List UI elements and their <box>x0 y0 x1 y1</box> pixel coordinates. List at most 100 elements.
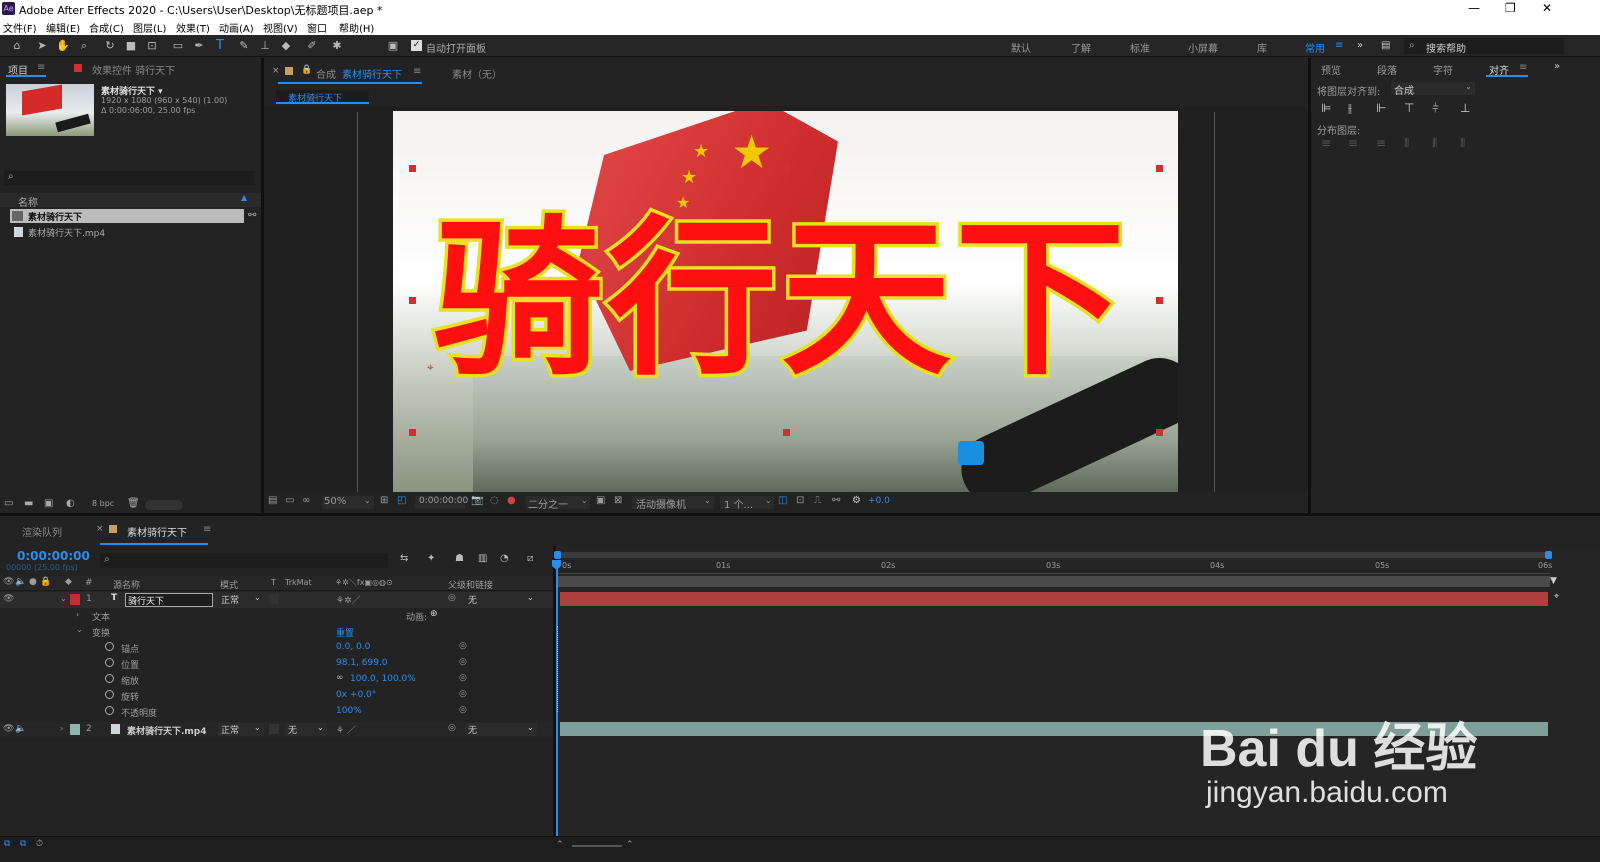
property-value[interactable]: 100% <box>336 706 362 716</box>
camera-tool-icon[interactable]: ■ <box>124 39 138 53</box>
workspace-default[interactable]: 默认 <box>1011 40 1031 55</box>
zoom-in-icon[interactable]: ⌃ <box>626 840 634 850</box>
navigator-start-handle[interactable] <box>554 551 561 559</box>
distribute-hcenter-icon[interactable]: ⦀ <box>1432 136 1437 151</box>
comp-tab-menu-icon[interactable]: ≡ <box>413 66 421 77</box>
property-row-rotation[interactable]: 旋转 0x +0.0° ◎ <box>0 688 553 704</box>
workspace-small-screen[interactable]: 小屏幕 <box>1188 40 1218 55</box>
workspace-common[interactable]: 常用 <box>1305 40 1325 55</box>
viewer-area[interactable]: ★ ★ ★ ★ 骑行天下 ⌖ <box>264 106 1308 492</box>
audio-enabled-icon[interactable]: 🔈 <box>15 724 26 734</box>
menu-edit[interactable]: 编辑(E) <box>46 20 80 35</box>
rotate-tool-icon[interactable]: ↻ <box>103 39 117 53</box>
text-property-group[interactable]: › 文本 动画: ⊕ <box>0 608 553 624</box>
align-top-icon[interactable]: ⊤ <box>1404 101 1414 115</box>
auto-open-checkbox[interactable]: ✓ <box>411 40 422 51</box>
layer-name-field[interactable]: 骑行天下 <box>125 593 213 607</box>
menu-layer[interactable]: 图层(L) <box>133 20 166 35</box>
thumbnail-scrollbar[interactable] <box>145 500 183 510</box>
effects-controls-tab[interactable]: 效果控件 骑行天下 <box>92 62 175 77</box>
reset-transform-link[interactable]: 重置 <box>336 626 354 639</box>
project-item-row[interactable]: 素材骑行天下 <box>10 209 244 223</box>
animate-add-icon[interactable]: ⊕ <box>430 609 438 619</box>
workspace-overflow[interactable]: » <box>1357 40 1363 51</box>
pick-whip-icon[interactable]: ◎ <box>448 593 456 603</box>
navigator-end-handle[interactable] <box>1545 551 1552 559</box>
trkmat-dropdown[interactable]: 无 ⌄ <box>285 723 327 736</box>
menu-composition[interactable]: 合成(C) <box>89 20 124 35</box>
workspace-standard[interactable]: 标准 <box>1130 40 1150 55</box>
eraser-tool-icon[interactable]: ◆ <box>279 39 293 53</box>
zoom-dropdown[interactable]: 50% ⌄ <box>322 496 374 509</box>
project-search-input[interactable]: ⌕ <box>4 171 254 185</box>
parent-dropdown[interactable]: 无 ⌄ <box>465 723 537 736</box>
home-icon[interactable]: ⌂ <box>10 39 24 53</box>
close-timeline-tab-icon[interactable]: × <box>96 524 104 534</box>
distribute-bottom-icon[interactable]: ≡ <box>1376 136 1386 150</box>
current-time-display[interactable]: 0:00:00:00 <box>415 496 468 509</box>
video-visible-icon[interactable]: 👁 <box>3 594 14 604</box>
puppet-pin-tool-icon[interactable]: ✱ <box>330 39 344 53</box>
panel-overflow-icon[interactable]: » <box>1554 61 1560 72</box>
col-number-header[interactable]: # <box>85 578 93 588</box>
minimize-button[interactable]: — <box>1468 1 1480 15</box>
video-visible-icon[interactable]: 👁 <box>3 724 14 734</box>
collapse-layer-icon[interactable]: ⌄ <box>60 594 67 603</box>
draft-3d-icon[interactable]: ✦ <box>427 553 435 564</box>
timeline-comp-tab[interactable]: 素材骑行天下 <box>127 524 187 539</box>
align-to-dropdown[interactable]: 合成 ⌄ <box>1391 82 1475 97</box>
fast-preview-icon[interactable]: ▣ <box>596 495 605 506</box>
timeline-icon[interactable]: ⊡ <box>796 495 804 506</box>
menu-window[interactable]: 窗口 <box>307 20 327 35</box>
roto-brush-tool-icon[interactable]: ✐ <box>305 39 319 53</box>
preserve-transparency-checkbox[interactable] <box>269 724 279 734</box>
sort-asc-icon[interactable]: ▲ <box>241 193 247 202</box>
vr-icon[interactable]: ∞ <box>302 495 310 506</box>
col-preserve-transparency-header[interactable]: T <box>271 578 276 587</box>
help-search-field[interactable]: ⌕ 搜索帮助 <box>1404 38 1564 55</box>
align-left-icon[interactable]: ⊫ <box>1321 101 1331 115</box>
time-ruler[interactable]: 0s 01s 02s 03s 04s 05s 06s <box>556 560 1552 574</box>
menu-help[interactable]: 帮助(H) <box>339 20 374 35</box>
layer-switches-icon[interactable]: ⚘✲／ <box>336 593 361 606</box>
distribute-left-icon[interactable]: ⦀ <box>1404 136 1409 151</box>
exposure-reset-icon[interactable]: ⚙ <box>852 495 861 506</box>
layer-1-duration-bar[interactable] <box>560 592 1548 606</box>
brush-tool-icon[interactable]: ✎ <box>237 39 251 53</box>
layer-row-1[interactable]: 👁 ⌄ 1 T 骑行天下 正常 ⌄ ⚘✲／ ◎ 无 ⌄ <box>0 592 553 608</box>
sync-settings-icon[interactable]: ▤ <box>1381 40 1390 51</box>
hand-tool-icon[interactable]: ✋ <box>56 39 70 53</box>
transfer-controls-toggle-icon[interactable]: ⧉ <box>20 839 26 849</box>
bbox-handle[interactable] <box>1156 297 1163 304</box>
layer-label-color[interactable] <box>70 724 80 735</box>
lock-icon[interactable]: 🔒 <box>301 65 312 75</box>
pen-tool-icon[interactable]: ✒ <box>192 39 206 53</box>
delete-icon[interactable]: 🗑 <box>127 498 140 509</box>
render-time-toggle-icon[interactable]: ⏱ <box>36 839 43 849</box>
always-preview-icon[interactable]: ▤ <box>268 495 277 506</box>
distribute-right-icon[interactable]: ⦀ <box>1460 136 1465 151</box>
property-value[interactable]: 100.0, 100.0% <box>350 674 416 684</box>
bbox-handle[interactable] <box>783 429 790 436</box>
toggle-pixel-aspect-icon[interactable]: ◫ <box>778 495 787 506</box>
expression-pickwhip-icon[interactable]: ◎ <box>459 673 467 683</box>
new-composition-icon[interactable]: ▣ <box>44 498 53 509</box>
channel-icon[interactable]: ● <box>507 495 516 506</box>
stopwatch-icon[interactable] <box>105 642 114 654</box>
selection-tool-icon[interactable]: ➤ <box>35 39 49 53</box>
comp-marker-bin-icon[interactable]: ▼ <box>1550 576 1560 586</box>
preserve-transparency-checkbox[interactable] <box>269 594 279 604</box>
graph-editor-icon[interactable]: ⧄ <box>527 553 533 564</box>
composition-canvas[interactable]: ★ ★ ★ ★ 骑行天下 ⌖ <box>393 111 1178 492</box>
flowchart-icon[interactable]: ⚯ <box>248 210 256 221</box>
comp-mini-flowchart-icon[interactable]: ⇆ <box>400 553 408 564</box>
menu-animation[interactable]: 动画(A) <box>219 20 254 35</box>
clone-stamp-tool-icon[interactable]: ⊥ <box>258 39 272 53</box>
interpret-footage-icon[interactable]: ▭ <box>4 498 13 509</box>
property-row-scale[interactable]: 缩放 ∞ 100.0, 100.0% ◎ <box>0 672 553 688</box>
type-tool-icon[interactable]: T <box>213 39 227 53</box>
bit-depth-label[interactable]: 8 bpc <box>92 499 114 508</box>
comp-tab-name[interactable]: 素材骑行天下 <box>342 66 402 81</box>
restore-button[interactable]: ❐ <box>1505 1 1516 15</box>
align-right-icon[interactable]: ⊩ <box>1376 101 1386 115</box>
